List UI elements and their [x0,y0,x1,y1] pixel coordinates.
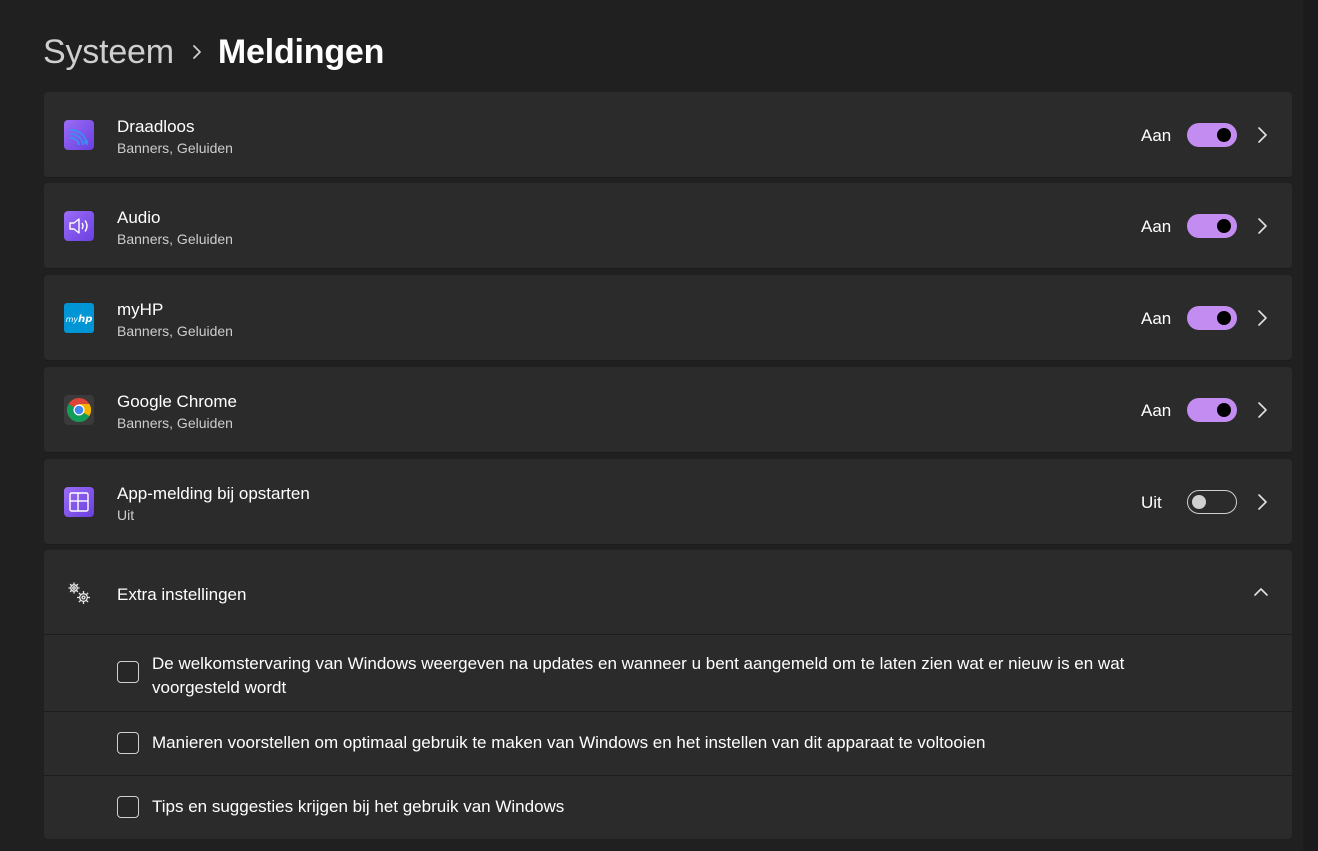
welcome-experience-checkbox[interactable] [117,661,139,683]
page-title: Meldingen [217,32,385,71]
app-subtitle: Uit [117,507,135,523]
gears-icon [65,579,93,612]
chevron-up-icon[interactable] [1252,585,1270,604]
toggle-knob [1217,403,1231,417]
chevron-right-icon[interactable] [1255,126,1269,144]
myhp-icon: myhp [64,303,94,333]
notification-toggle[interactable] [1187,214,1237,238]
toggle-knob [1217,128,1231,142]
chevron-right-icon[interactable] [1255,217,1269,235]
notification-toggle[interactable] [1187,398,1237,422]
toggle-knob [1217,219,1231,233]
option-label: Manieren voorstellen om optimaal gebruik… [152,733,986,752]
extra-settings-header[interactable]: Extra instellingen [44,550,1292,635]
toggle-knob [1217,311,1231,325]
toggle-state-label: Aan [1141,217,1172,236]
toggle-knob [1192,495,1206,509]
option-label: De welkomstervaring van Windows weergeve… [152,654,1125,697]
extra-settings-title: Extra instellingen [117,585,247,604]
toggle-state-label: Aan [1141,126,1172,145]
notification-toggle[interactable] [1187,490,1237,514]
setup-suggestions-checkbox[interactable] [117,732,139,754]
app-subtitle: Banners, Geluiden [117,140,233,156]
app-title: Audio [117,208,161,227]
tips-checkbox[interactable] [117,796,139,818]
wireless-icon [64,120,94,150]
speaker-icon [64,211,94,241]
option-row-setup-suggestions: Manieren voorstellen om optimaal gebruik… [44,712,1292,776]
notification-toggle[interactable] [1187,123,1237,147]
svg-text:myhp: myhp [66,314,93,325]
app-title: myHP [117,300,164,319]
chevron-right-icon[interactable] [1255,309,1269,327]
app-subtitle: Banners, Geluiden [117,323,233,339]
toggle-state-label: Uit [1141,493,1162,512]
breadcrumb-chevron-icon [192,44,202,60]
toggle-state-label: Aan [1141,401,1172,420]
app-title: App-melding bij opstarten [117,484,310,503]
app-title: Google Chrome [117,392,238,411]
toggle-state-label: Aan [1141,309,1172,328]
app-subtitle: Banners, Geluiden [117,231,233,247]
option-label: Tips en suggesties krijgen bij het gebru… [152,797,565,816]
app-row-startup-notification[interactable]: App-melding bij opstarten Uit Uit [44,459,1292,545]
notification-toggle[interactable] [1187,306,1237,330]
app-title: Draadloos [117,117,195,136]
app-row-google-chrome[interactable]: Google Chrome Banners, Geluiden Aan [44,367,1292,453]
option-row-welcome-experience: De welkomstervaring van Windows weergeve… [44,635,1292,712]
chrome-icon [64,395,94,425]
app-row-myhp[interactable]: myhp myHP Banners, Geluiden Aan [44,275,1292,361]
startup-app-icon [64,487,94,517]
app-row-audio[interactable]: Audio Banners, Geluiden Aan [44,183,1292,269]
app-row-draadloos[interactable]: Draadloos Banners, Geluiden Aan [44,92,1292,178]
breadcrumb: Systeem Meldingen [43,28,384,76]
option-row-tips: Tips en suggesties krijgen bij het gebru… [44,776,1292,839]
chevron-right-icon[interactable] [1255,401,1269,419]
extra-settings-panel: Extra instellingen De welkomstervaring v… [44,550,1292,839]
app-subtitle: Banners, Geluiden [117,415,233,431]
scrollbar[interactable] [1303,0,1318,851]
chevron-right-icon[interactable] [1255,493,1269,511]
breadcrumb-parent-systeem[interactable]: Systeem [43,33,174,72]
